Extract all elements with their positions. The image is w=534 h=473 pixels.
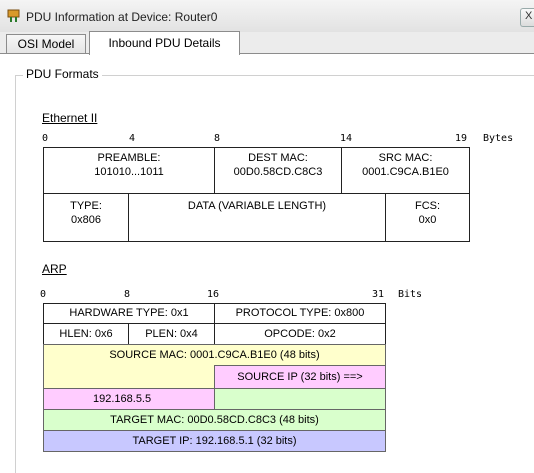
eth-src-mac-value: 0001.C9CA.B1E0 <box>362 166 449 178</box>
arp-source-mac: SOURCE MAC: 0001.C9CA.B1E0 (48 bits) <box>43 344 386 366</box>
arp-plen: PLEN: 0x4 <box>128 323 215 345</box>
arp-opcode: OPCODE: 0x2 <box>214 323 386 345</box>
arp-scale-tick: 0 <box>40 289 47 300</box>
close-button[interactable]: X <box>520 8 534 27</box>
arp-source-ip-label: SOURCE IP (32 bits) ==> <box>214 365 386 389</box>
eth-scale-tick: 19 <box>455 133 468 144</box>
eth-scale-tick: 0 <box>42 133 49 144</box>
eth-type-field: TYPE: 0x806 <box>43 193 129 242</box>
eth-src-mac-field: SRC MAC: 0001.C9CA.B1E0 <box>341 147 470 194</box>
eth-data-label: DATA (VARIABLE LENGTH) <box>187 200 327 212</box>
eth-fcs-value: 0x0 <box>418 214 437 226</box>
close-icon: X <box>525 10 533 22</box>
window-title: PDU Information at Device: Router0 <box>26 10 218 24</box>
arp-target-mac-cont <box>214 388 386 410</box>
eth-preamble-value: 101010...1011 <box>94 166 164 178</box>
eth-dest-mac-label: DEST MAC: <box>248 152 308 164</box>
eth-scale-tick: 14 <box>340 133 353 144</box>
arp-source-mac-cont <box>43 365 215 389</box>
tab-inbound-pdu-details[interactable]: Inbound PDU Details <box>89 31 240 55</box>
eth-scale-unit: Bytes <box>483 133 514 144</box>
arp-scale-tick: 8 <box>124 289 131 300</box>
tab-osi-model[interactable]: OSI Model <box>6 34 86 54</box>
eth-data-field: DATA (VARIABLE LENGTH) <box>128 193 386 242</box>
ethernet-title: Ethernet II <box>42 111 98 125</box>
arp-hlen: HLEN: 0x6 <box>43 323 129 345</box>
arp-scale-tick: 16 <box>207 289 220 300</box>
eth-preamble-label: PREAMBLE: <box>97 152 161 164</box>
arp-scale-tick: 31 <box>372 289 385 300</box>
eth-preamble-field: PREAMBLE: 101010...1011 <box>43 147 215 194</box>
eth-type-label: TYPE: <box>70 200 102 212</box>
arp-target-mac: TARGET MAC: 00D0.58CD.C8C3 (48 bits) <box>43 409 386 431</box>
arp-protocol-type: PROTOCOL TYPE: 0x800 <box>214 303 386 324</box>
eth-dest-mac-field: DEST MAC: 00D0.58CD.C8C3 <box>214 147 342 194</box>
arp-target-ip: TARGET IP: 192.168.5.1 (32 bits) <box>43 430 386 452</box>
arp-title: ARP <box>42 262 67 276</box>
eth-type-value: 0x806 <box>71 214 101 226</box>
eth-dest-mac-value: 00D0.58CD.C8C3 <box>233 166 323 178</box>
eth-scale-tick: 8 <box>214 133 221 144</box>
arp-source-ip-value: 192.168.5.5 <box>43 388 215 410</box>
app-icon <box>7 9 20 22</box>
arp-scale-unit: Bits <box>398 289 423 300</box>
eth-fcs-label: FCS: <box>414 200 441 212</box>
pdu-formats-label: PDU Formats <box>23 67 102 81</box>
eth-src-mac-label: SRC MAC: <box>378 152 433 164</box>
arp-hardware-type: HARDWARE TYPE: 0x1 <box>43 303 215 324</box>
eth-fcs-field: FCS: 0x0 <box>385 193 470 242</box>
eth-scale-tick: 4 <box>129 133 136 144</box>
